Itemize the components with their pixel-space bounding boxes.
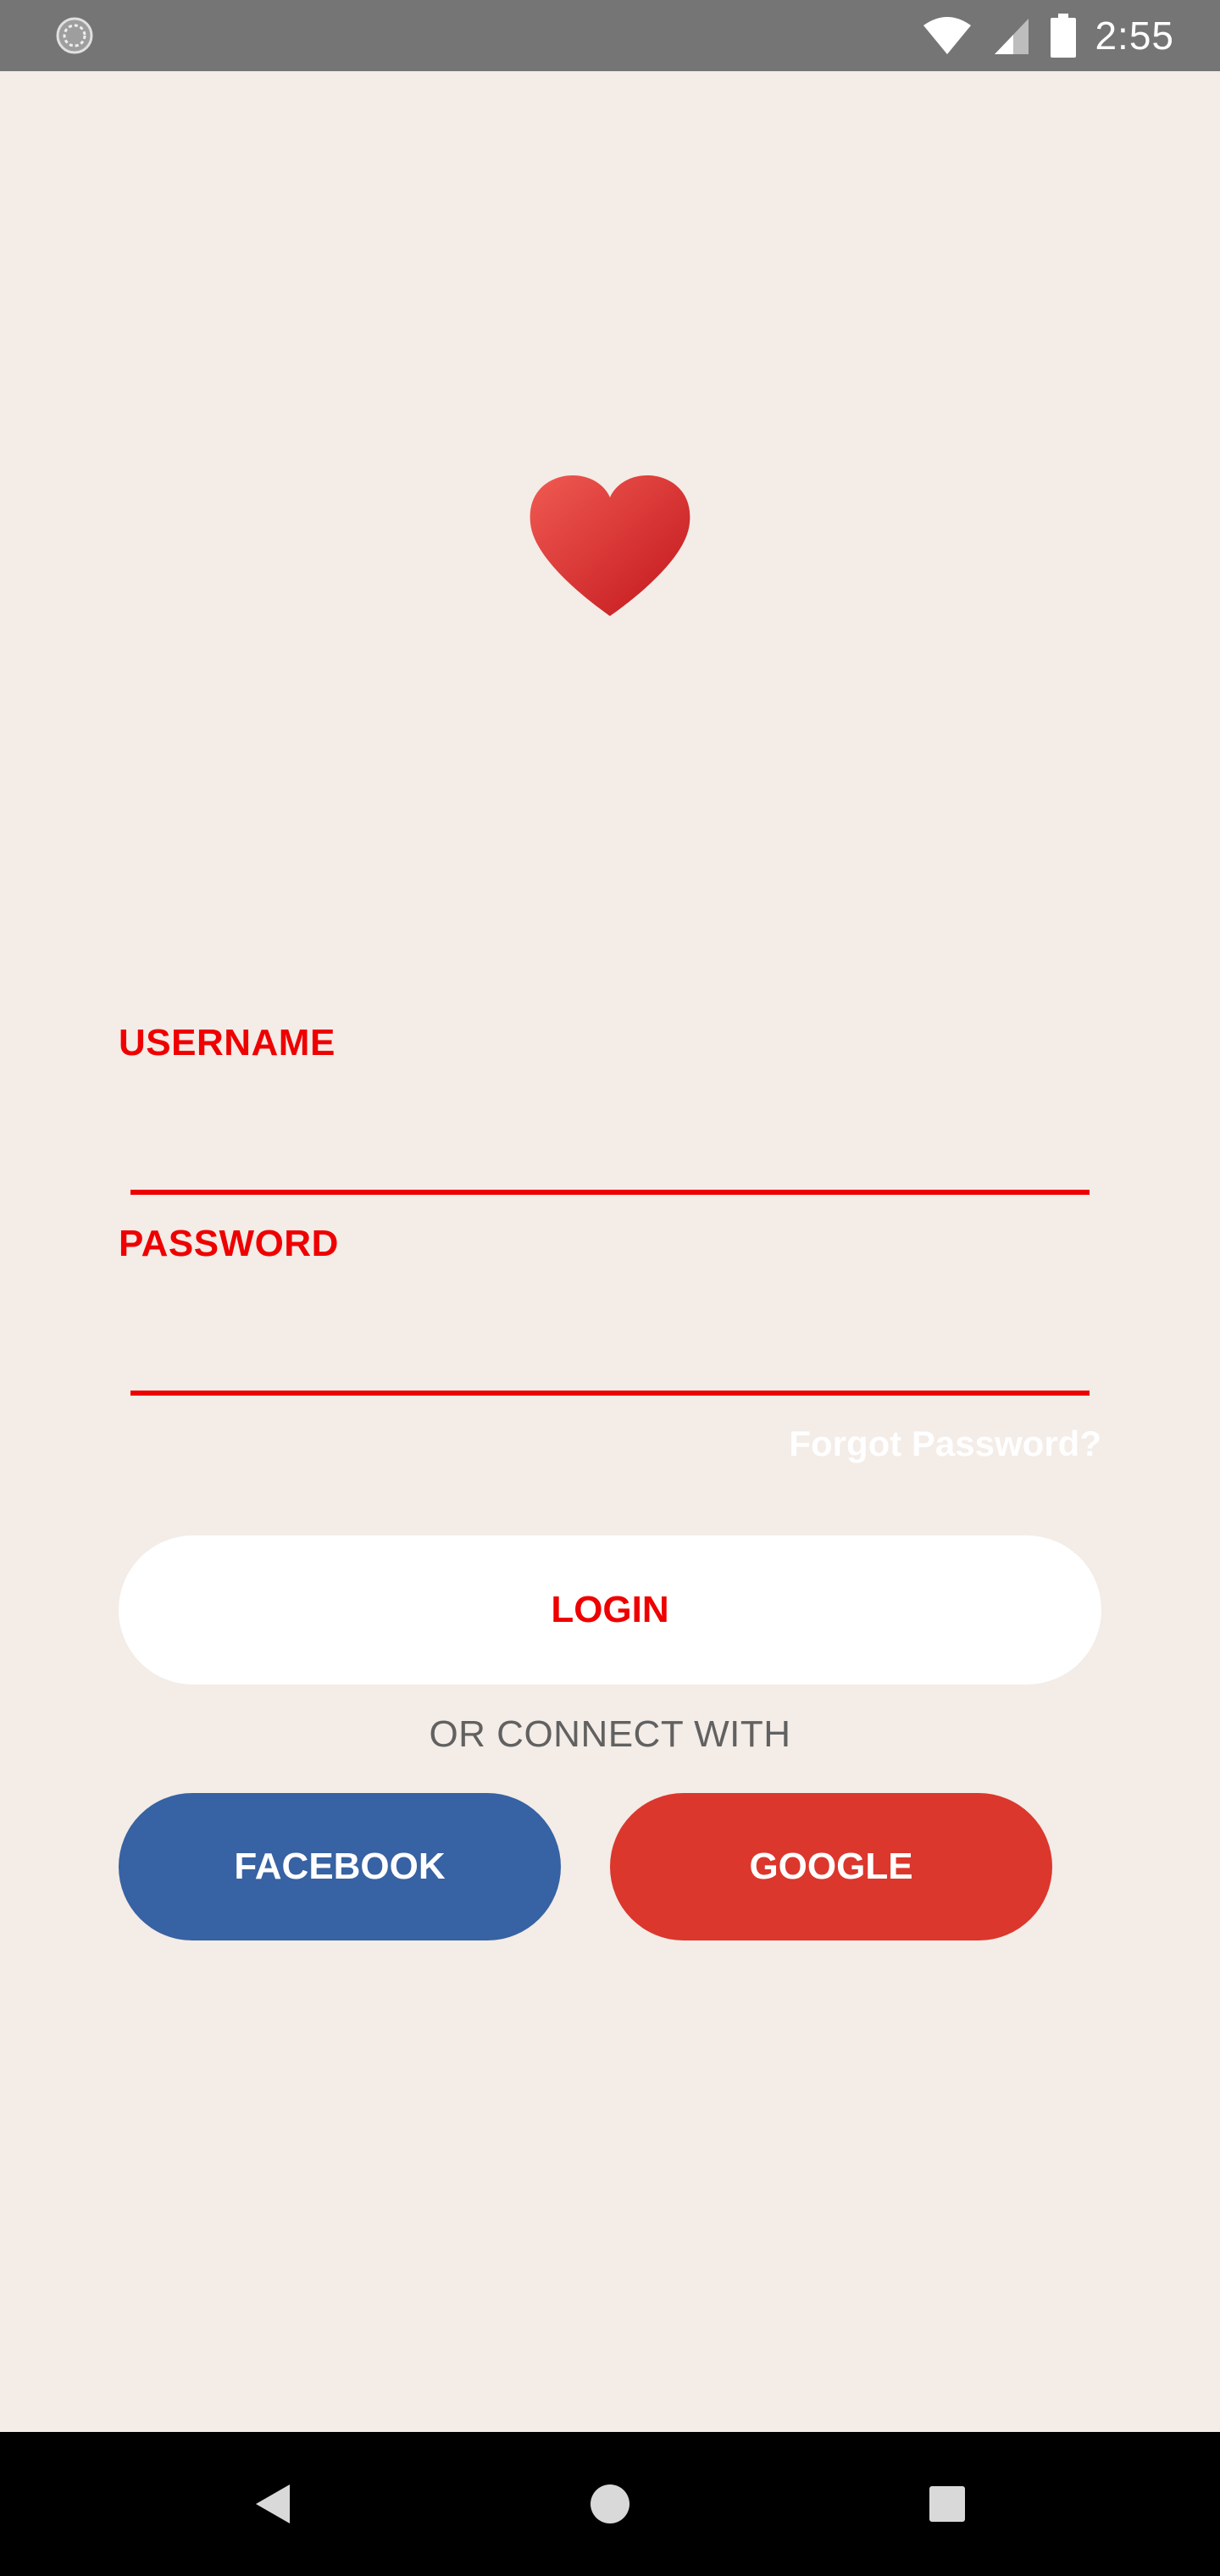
login-screen: 2:55 USERNAME PASSWORD Forgot Password? … [0, 0, 1220, 2576]
or-connect-text: OR CONNECT WITH [429, 1713, 791, 1755]
facebook-button[interactable]: FACEBOOK [119, 1793, 561, 1940]
status-bar: 2:55 [0, 0, 1220, 71]
password-label: PASSWORD [119, 1223, 339, 1264]
nav-recents-button[interactable] [879, 2432, 1015, 2576]
username-input[interactable] [130, 1119, 1090, 1195]
back-icon [256, 2484, 290, 2523]
battery-icon [1051, 14, 1077, 58]
password-input[interactable] [130, 1319, 1090, 1396]
username-label: USERNAME [119, 1022, 336, 1063]
signal-icon [995, 19, 1029, 54]
home-icon [591, 2484, 629, 2523]
navigation-bar [0, 2432, 1220, 2576]
nav-back-button[interactable] [205, 2432, 341, 2576]
sync-icon [56, 17, 93, 54]
heart-icon [530, 475, 690, 616]
login-button[interactable]: LOGIN [119, 1535, 1101, 1685]
forgot-password-link[interactable]: Forgot Password? [789, 1424, 1101, 1464]
recents-icon [929, 2486, 965, 2522]
status-time: 2:55 [1095, 14, 1174, 58]
nav-home-button[interactable] [542, 2432, 678, 2576]
google-button[interactable]: GOOGLE [610, 1793, 1052, 1940]
wifi-icon [923, 17, 972, 54]
